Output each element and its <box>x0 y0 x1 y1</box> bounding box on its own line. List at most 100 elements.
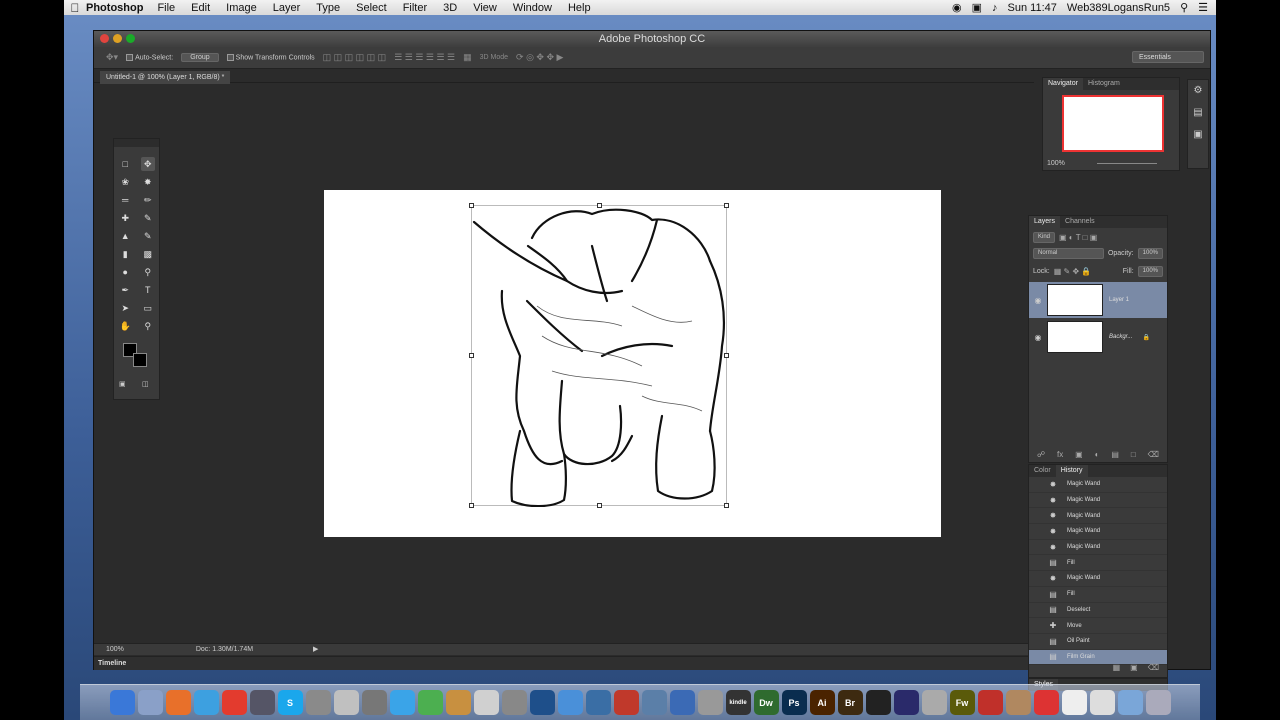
dock-app-icon[interactable]: Dw <box>753 690 779 715</box>
close-window-icon[interactable] <box>100 34 109 43</box>
history-brush-source[interactable] <box>1033 526 1043 536</box>
menu-3d[interactable]: 3D <box>443 2 457 14</box>
dock-app-icon[interactable] <box>193 690 219 715</box>
history-state[interactable]: ▤ Oil Paint <box>1029 634 1167 650</box>
opacity-field[interactable]: 100% <box>1137 247 1163 259</box>
type-tool-icon[interactable]: T <box>141 283 155 297</box>
history-brush-source[interactable] <box>1033 621 1043 631</box>
history-brush-source[interactable] <box>1033 636 1043 646</box>
dock-app-icon[interactable] <box>445 690 471 715</box>
navigator-zoom[interactable]: 100% <box>1047 160 1065 167</box>
menu-layer[interactable]: Layer <box>273 2 301 14</box>
menu-help[interactable]: Help <box>568 2 591 14</box>
fill-field[interactable]: 100% <box>1137 265 1163 277</box>
blur-tool-icon[interactable]: ● <box>118 265 132 279</box>
tab-color[interactable]: Color <box>1029 465 1056 477</box>
dock-app-icon[interactable] <box>109 690 135 715</box>
visibility-eye-icon[interactable]: ◉ <box>1029 333 1047 342</box>
tab-history[interactable]: History <box>1055 465 1088 477</box>
menu-select[interactable]: Select <box>356 2 387 14</box>
dock-app-icon[interactable] <box>669 690 695 715</box>
layer-name[interactable]: Backgr... <box>1109 334 1132 340</box>
history-brush-source[interactable] <box>1033 652 1043 662</box>
history-state[interactable]: ▤ Fill <box>1029 587 1167 603</box>
dock-app-icon[interactable] <box>1061 690 1087 715</box>
workspace-dropdown[interactable]: Essentials <box>1132 51 1204 63</box>
hand-tool-icon[interactable]: ✋ <box>118 319 132 333</box>
zoom-window-icon[interactable] <box>126 34 135 43</box>
timeline-panel-tab[interactable]: Timeline <box>94 656 1034 670</box>
menu-window[interactable]: Window <box>513 2 552 14</box>
lock-icons[interactable]: ▦ ✎ ✥ 🔒 <box>1054 267 1092 276</box>
distribute-icons[interactable]: ☰ ☰ ☰ ☰ ☰ ☰ <box>394 52 455 63</box>
new-layer-icon[interactable]: □ <box>1131 450 1136 459</box>
adjustment-layer-icon[interactable]: ◐ <box>1095 450 1100 459</box>
apple-menu-icon[interactable]:  <box>64 1 86 15</box>
dock-app-icon[interactable] <box>1005 690 1031 715</box>
dock-app-icon[interactable] <box>977 690 1003 715</box>
dock-app-icon[interactable] <box>333 690 359 715</box>
history-brush-source[interactable] <box>1033 605 1043 615</box>
info-icon[interactable]: ▣ <box>1188 124 1208 146</box>
brush-tool-icon[interactable]: ✎ <box>141 211 155 225</box>
trash-icon[interactable]: ⌫ <box>1148 450 1159 459</box>
history-brush-source[interactable] <box>1033 589 1043 599</box>
trash-icon[interactable]: ⌫ <box>1148 663 1159 677</box>
transform-handle-top-left[interactable] <box>469 203 474 208</box>
dock-app-icon[interactable]: Ps <box>781 690 807 715</box>
snapshot-icon[interactable]: ▣ <box>1130 663 1138 677</box>
dock-app-icon[interactable] <box>865 690 891 715</box>
navigator-zoom-slider[interactable] <box>1096 162 1157 164</box>
healing-brush-tool-icon[interactable]: ✚ <box>118 211 132 225</box>
dock-app-icon[interactable]: kindle <box>725 690 751 715</box>
dock-app-icon[interactable] <box>473 690 499 715</box>
dock-app-icon[interactable] <box>697 690 723 715</box>
dock-app-icon[interactable] <box>641 690 667 715</box>
transform-handle-bottom-right[interactable] <box>724 503 729 508</box>
auto-align-icon[interactable]: ▦ <box>463 52 472 63</box>
minimize-window-icon[interactable] <box>113 34 122 43</box>
transform-handle-left[interactable] <box>469 353 474 358</box>
dock-app-icon[interactable] <box>1117 690 1143 715</box>
tools-panel-header[interactable] <box>114 139 159 147</box>
dock-app-icon[interactable] <box>893 690 919 715</box>
background-color-swatch[interactable] <box>133 353 147 367</box>
history-brush-source[interactable] <box>1033 542 1043 552</box>
blend-mode-dropdown[interactable]: Normal <box>1033 247 1104 259</box>
history-state[interactable]: ✸ Magic Wand <box>1029 508 1167 525</box>
marquee-tool-icon[interactable]: □ <box>118 157 132 171</box>
eyedropper-tool-icon[interactable]: ✏ <box>141 193 155 207</box>
zoom-tool-icon[interactable]: ⚲ <box>141 319 155 333</box>
magic-wand-tool-icon[interactable]: ✸ <box>141 175 155 189</box>
auto-select-checkbox[interactable]: Auto-Select: <box>126 53 173 61</box>
history-state[interactable]: ▤ Fill <box>1029 555 1167 572</box>
align-icons[interactable]: ◫ ◫ ◫ ◫ ◫ ◫ <box>323 52 387 63</box>
transform-handle-bottom-left[interactable] <box>469 503 474 508</box>
auto-select-dropdown[interactable]: Group <box>181 53 219 62</box>
dock-app-icon[interactable] <box>529 690 555 715</box>
transform-handle-bottom[interactable] <box>597 503 602 508</box>
history-brush-source[interactable] <box>1033 511 1043 521</box>
menu-view[interactable]: View <box>473 2 497 14</box>
crop-tool-icon[interactable]: ═ <box>118 193 132 207</box>
visibility-eye-icon[interactable]: ◉ <box>1029 296 1047 305</box>
dock-app-icon[interactable] <box>221 690 247 715</box>
dock-app-icon[interactable] <box>1033 690 1059 715</box>
adjustments-icon[interactable]: ⚙ <box>1188 80 1208 102</box>
screen-mode-icon[interactable]: ◫ <box>142 380 149 388</box>
3d-tool-icons[interactable]: ⟳ ◎ ✥ ✥ ▶ <box>516 52 563 63</box>
zoom-level[interactable]: 100% <box>106 646 124 653</box>
history-state[interactable]: ✸ Magic Wand <box>1029 524 1167 540</box>
tab-navigator[interactable]: Navigator <box>1043 78 1083 90</box>
histogram-icon[interactable]: ▤ <box>1188 102 1208 124</box>
lasso-tool-icon[interactable]: ❀ <box>118 175 132 189</box>
clock[interactable]: Sun 11:47 <box>1008 2 1057 14</box>
transform-bounding-box[interactable] <box>469 203 729 508</box>
menu-type[interactable]: Type <box>316 2 340 14</box>
creative-cloud-icon[interactable]: ◉ <box>952 1 962 14</box>
user-name[interactable]: Web389LogansRun5 <box>1067 2 1170 14</box>
history-state[interactable]: ✚ Move <box>1029 618 1167 634</box>
dock-app-icon[interactable] <box>165 690 191 715</box>
dock-app-icon[interactable] <box>249 690 275 715</box>
show-transform-checkbox[interactable]: Show Transform Controls <box>226 53 315 61</box>
